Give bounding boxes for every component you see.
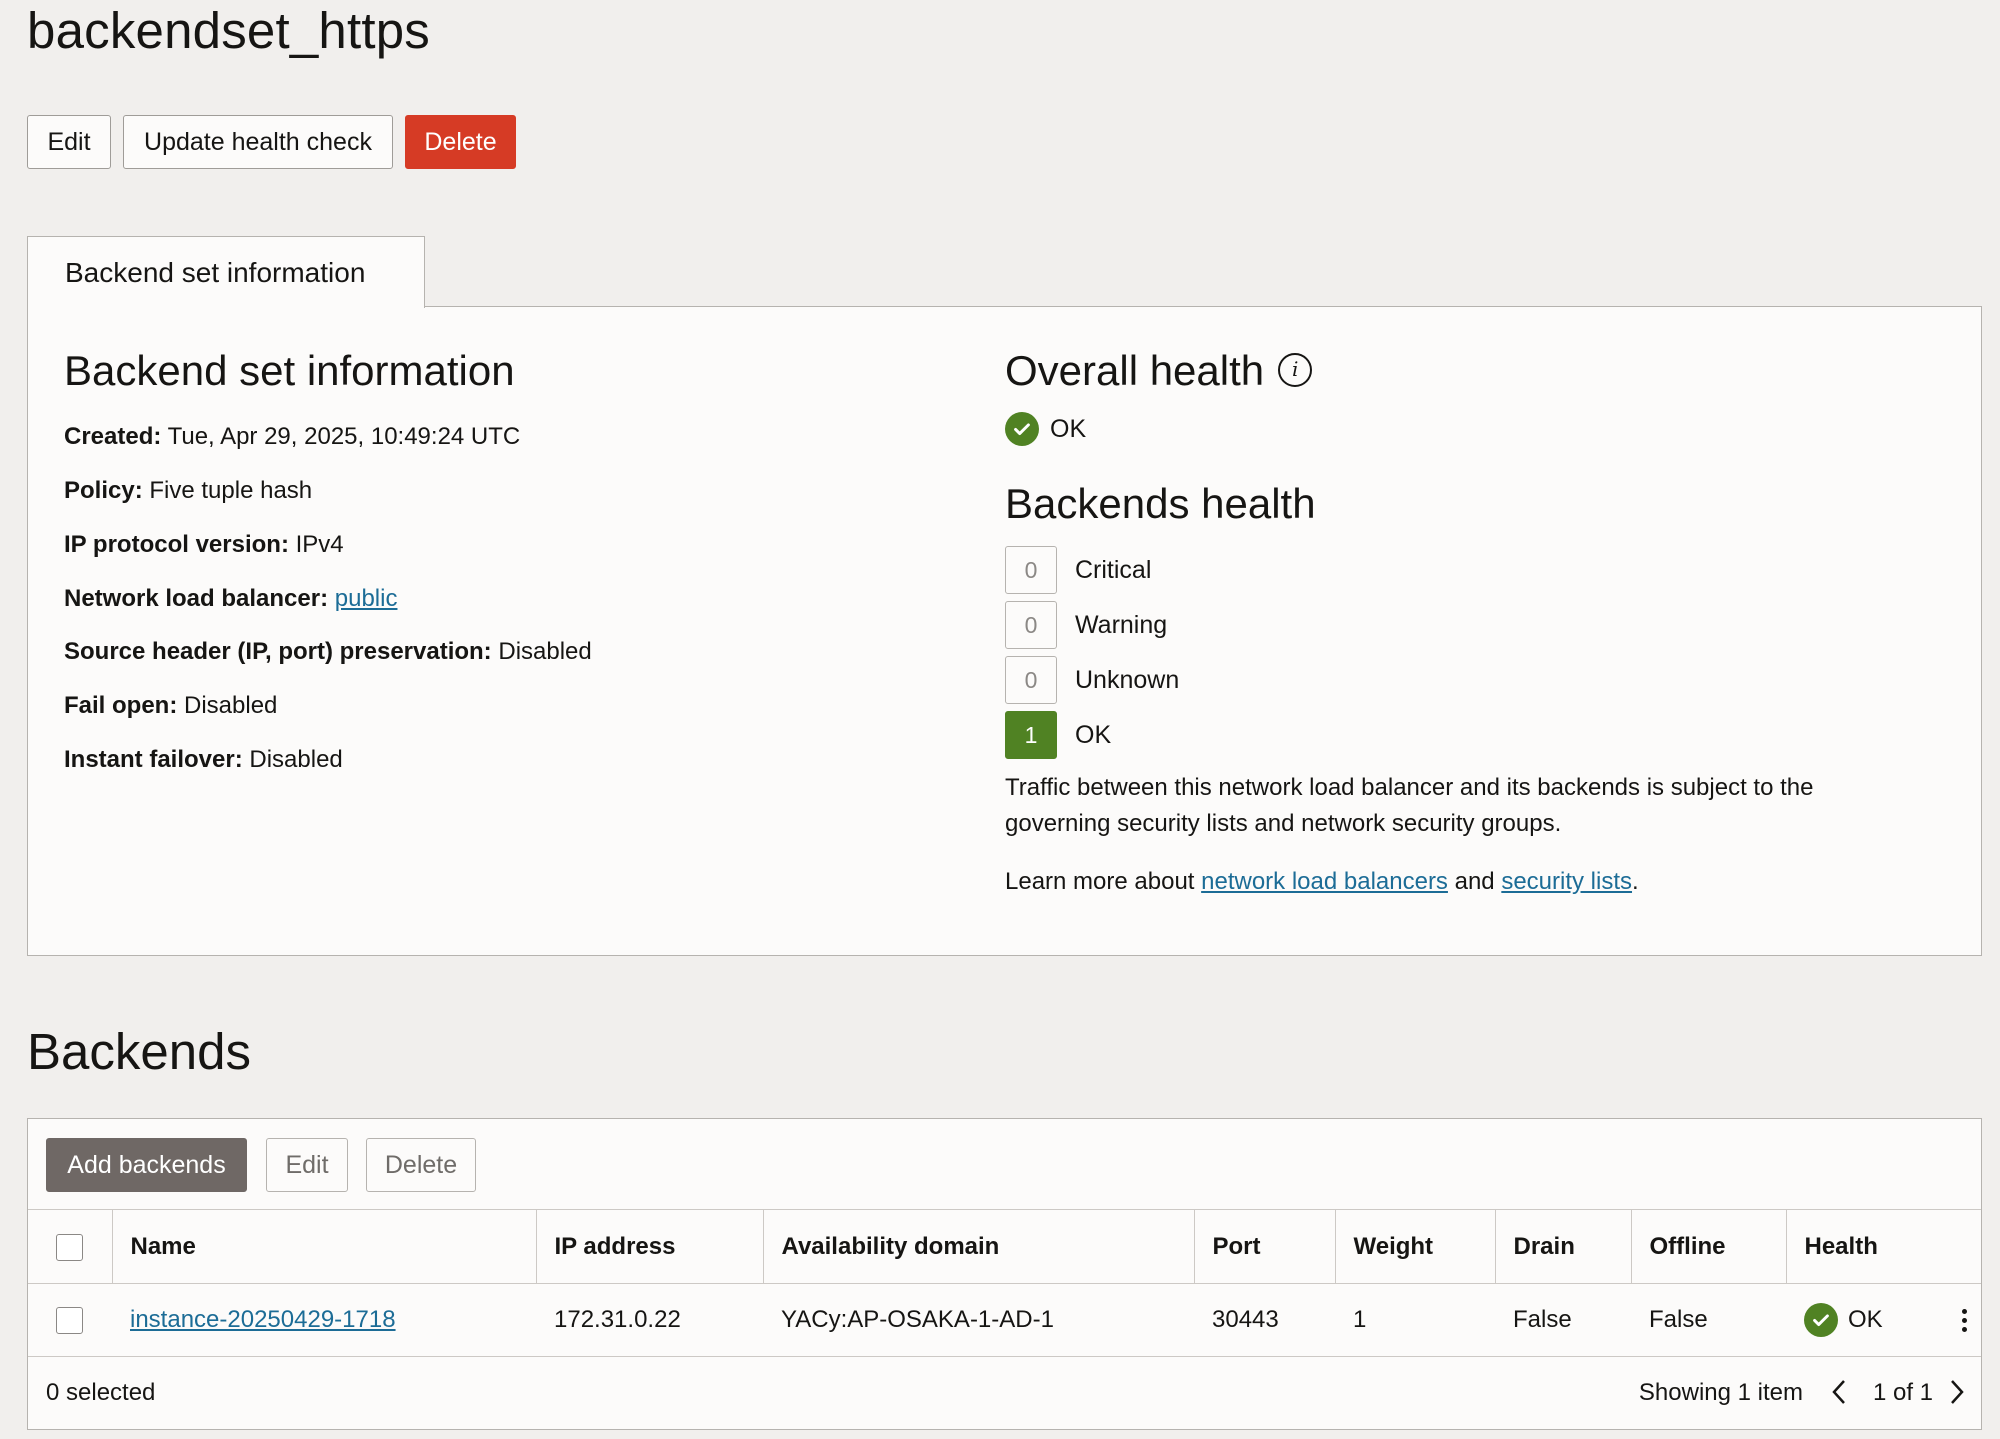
cell-weight: 1: [1335, 1283, 1495, 1357]
backend-set-info-panel: Backend set information Created: Tue, Ap…: [27, 306, 1982, 956]
health-count-critical[interactable]: 0 Critical: [1005, 545, 1151, 595]
table-header-row: Name IP address Availability domain Port…: [28, 1209, 1981, 1284]
row-checkbox[interactable]: [56, 1307, 83, 1335]
ip-protocol-field: IP protocol version: IPv4: [64, 531, 344, 558]
instant-failover-field: Instant failover: Disabled: [64, 746, 343, 773]
security-lists-link[interactable]: security lists: [1501, 868, 1632, 895]
info-heading: Backend set information: [64, 347, 515, 394]
col-ip-address[interactable]: IP address: [536, 1209, 764, 1284]
delete-button[interactable]: Delete: [405, 115, 516, 169]
col-port[interactable]: Port: [1194, 1209, 1336, 1284]
edit-button[interactable]: Edit: [27, 115, 111, 169]
created-field: Created: Tue, Apr 29, 2025, 10:49:24 UTC: [64, 423, 521, 450]
instance-link[interactable]: instance-20250429-1718: [130, 1306, 396, 1333]
policy-field: Policy: Five tuple hash: [64, 477, 313, 504]
chevron-left-icon[interactable]: [1829, 1377, 1849, 1415]
network-load-balancers-link[interactable]: network load balancers: [1201, 868, 1448, 895]
backends-delete-button[interactable]: Delete: [366, 1138, 476, 1192]
overall-status: OK: [1005, 412, 1086, 446]
cell-availability-domain: YACy:AP-OSAKA-1-AD-1: [763, 1283, 1194, 1357]
col-name[interactable]: Name: [112, 1209, 537, 1284]
col-weight[interactable]: Weight: [1335, 1209, 1496, 1284]
backends-edit-button[interactable]: Edit: [266, 1138, 348, 1192]
health-count-warning[interactable]: 0 Warning: [1005, 600, 1167, 650]
cell-health: OK: [1786, 1283, 1981, 1357]
backends-table-panel: Add backends Edit Delete Name IP address…: [27, 1118, 1982, 1430]
backends-table: Name IP address Availability domain Port…: [28, 1209, 1981, 1357]
fail-open-field: Fail open: Disabled: [64, 692, 278, 719]
select-all-checkbox[interactable]: [56, 1233, 83, 1261]
col-health[interactable]: Health: [1786, 1209, 1981, 1284]
add-backends-button[interactable]: Add backends: [46, 1138, 247, 1192]
cell-ip-address: 172.31.0.22: [536, 1283, 763, 1357]
backends-heading: Backends: [27, 1023, 251, 1080]
page-title: backendset_https: [27, 2, 430, 59]
tab-backend-set-information[interactable]: Backend set information: [27, 236, 425, 308]
chevron-right-icon[interactable]: [1947, 1377, 1967, 1414]
table-footer: 0 selected Showing 1 item 1 of 1: [28, 1356, 1981, 1429]
backends-health-heading: Backends health: [1005, 480, 1316, 527]
nlb-field: Network load balancer: public: [64, 585, 398, 612]
cell-port: 30443: [1194, 1283, 1335, 1357]
showing-count: Showing 1 item: [1638, 1379, 1803, 1406]
overall-health-heading: Overall health i: [1005, 347, 1313, 395]
col-offline[interactable]: Offline: [1631, 1209, 1787, 1284]
nlb-public-link[interactable]: public: [335, 585, 398, 612]
kebab-menu-icon[interactable]: [1962, 1308, 1967, 1332]
tab-label: Backend set information: [65, 256, 366, 288]
traffic-note: Traffic between this network load balanc…: [1005, 774, 1814, 837]
check-circle-icon: [1804, 1303, 1838, 1338]
cell-offline: False: [1631, 1283, 1786, 1357]
source-header-field: Source header (IP, port) preservation: D…: [64, 638, 592, 665]
info-icon[interactable]: i: [1278, 352, 1313, 387]
pagination-text: 1 of 1: [1872, 1379, 1933, 1406]
col-drain[interactable]: Drain: [1495, 1209, 1632, 1284]
update-health-check-button[interactable]: Update health check: [123, 115, 393, 169]
col-availability-domain[interactable]: Availability domain: [763, 1209, 1195, 1284]
learn-more: Learn more about network load balancers …: [1005, 868, 1639, 895]
row-select-cell: [28, 1283, 112, 1357]
cell-drain: False: [1495, 1283, 1631, 1357]
health-count-ok[interactable]: 1 OK: [1005, 710, 1111, 760]
health-count-unknown[interactable]: 0 Unknown: [1005, 655, 1179, 705]
select-all-cell: [28, 1209, 113, 1284]
check-circle-icon: [1005, 412, 1039, 446]
selected-count: 0 selected: [46, 1379, 156, 1406]
cell-name: instance-20250429-1718: [112, 1283, 536, 1357]
table-row: instance-20250429-1718 172.31.0.22 YACy:…: [28, 1283, 1981, 1357]
